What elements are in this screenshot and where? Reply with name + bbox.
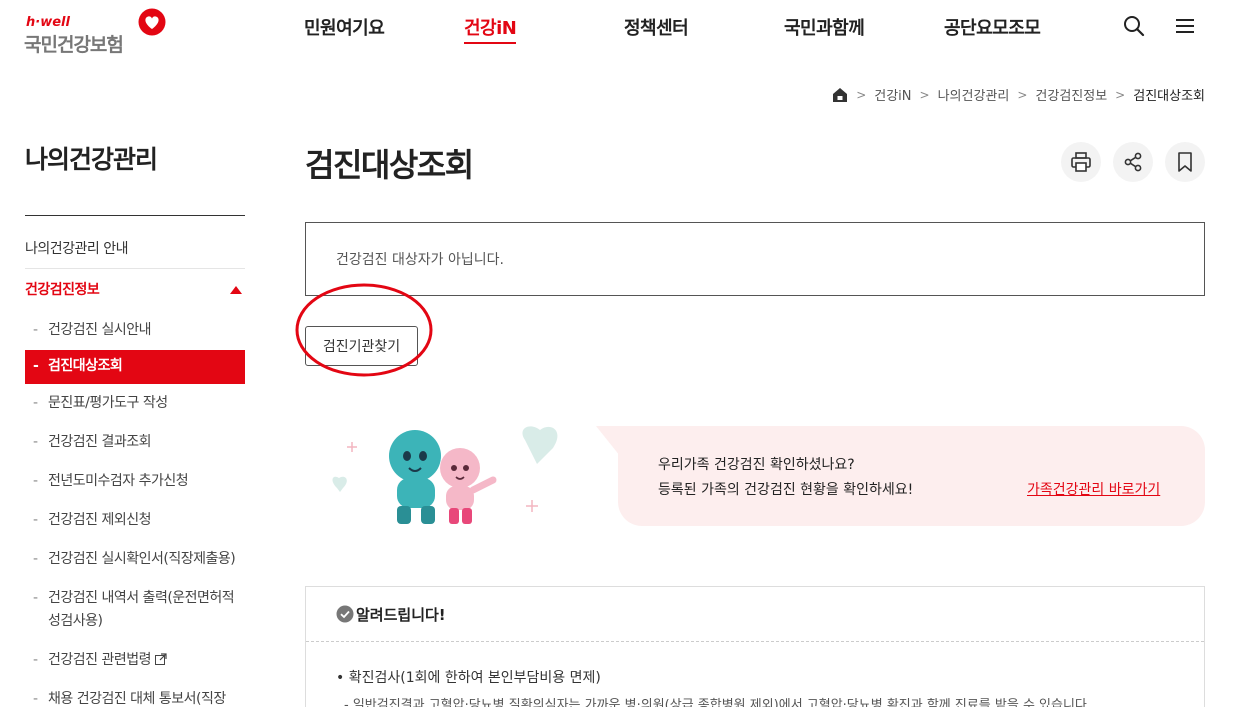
page-title: 검진대상조회 [305, 146, 474, 184]
announcement-title: 알려드립니다! [356, 606, 446, 624]
logo-tagline: h·well [26, 15, 70, 30]
menu-icon[interactable] [1174, 15, 1196, 37]
sidebar-subitem[interactable]: 건강검진 실시확인서(직장제출용) [25, 540, 245, 579]
site-logo[interactable]: h·well 국민건강보험 [24, 8, 174, 56]
sidebar-subitem[interactable]: 건강검진 제외신청 [25, 501, 245, 540]
sidebar-subitem[interactable]: 건강검진 결과조회 [25, 423, 245, 462]
nav-policy-center[interactable]: 정책센터 [624, 14, 689, 40]
result-notice: 건강검진 대상자가 아닙니다. [305, 222, 1205, 296]
sidebar-item-health-checkup-info[interactable]: 건강검진정보 [25, 273, 245, 307]
print-icon [1071, 152, 1091, 172]
sidebar-menu: 나의건강관리 안내 건강검진정보 건강검진 실시안내 검진대상조회 문진표/평가… [25, 232, 245, 707]
sidebar-title: 나의건강관리 [25, 145, 158, 174]
sidebar-item-label: 건강검진정보 [25, 282, 100, 298]
heart-icon [138, 8, 166, 36]
divider [25, 215, 245, 216]
chevron-right-icon: > [1115, 87, 1126, 102]
breadcrumb-item[interactable]: 나의건강관리 [938, 85, 1010, 104]
breadcrumb-current: 검진대상조회 [1133, 89, 1205, 104]
search-icon[interactable] [1123, 15, 1145, 37]
nav-with-public[interactable]: 국민과함께 [784, 14, 865, 40]
logo-name: 국민건강보험 [24, 34, 124, 56]
chevron-right-icon: > [856, 87, 867, 102]
family-health-banner [618, 426, 1205, 526]
sidebar-subitem[interactable]: 채용 건강검진 대체 통보서(직장제출용) [25, 680, 245, 707]
banner-text: 우리가족 건강검진 확인하셨나요? [658, 457, 855, 473]
sidebar-subitem[interactable]: 문진표/평가도구 작성 [25, 384, 245, 423]
banner-text: 등록된 가족의 건강검진 현황을 확인하세요! [658, 482, 914, 498]
chevron-up-icon [230, 286, 242, 294]
sidebar-subitem-active[interactable]: 검진대상조회 [25, 350, 245, 384]
sidebar-subitem-label: 건강검진 관련법령 [48, 652, 152, 668]
breadcrumb: > 건강iN > 나의건강관리 > 건강검진정보 > 검진대상조회 [832, 85, 1205, 104]
chevron-right-icon: > [1017, 87, 1028, 102]
announcement-bullet-text: 확진검사(1회에 한하여 본인부담비용 면제) [348, 670, 601, 686]
sidebar-subitem[interactable]: 건강검진 내역서 출력(운전면허적성검사용) [25, 579, 245, 641]
banner-tail [596, 426, 620, 456]
sidebar-subitem[interactable]: 전년도미수검자 추가신청 [25, 462, 245, 501]
annotation-circle [295, 283, 433, 377]
check-circle-icon [336, 605, 354, 623]
bookmark-button[interactable] [1165, 142, 1205, 182]
nav-corporation[interactable]: 공단요모조모 [944, 14, 1041, 40]
home-icon[interactable] [832, 87, 848, 103]
sidebar-item-guide[interactable]: 나의건강관리 안내 [25, 232, 245, 269]
family-health-link[interactable]: 가족건강관리 바로가기 [1027, 479, 1160, 499]
nav-health-in[interactable]: 건강iN [464, 14, 517, 44]
share-icon [1124, 152, 1142, 172]
announcement-header: 알려드립니다! [306, 587, 1204, 642]
announcement-subbullet: - 일반검진결과 고혈압·당뇨병 질환의심자는 가까운 병·의원(상급 종합병원… [344, 698, 1087, 707]
announcement-bullet: • 확진검사(1회에 한하여 본인부담비용 면제) [336, 670, 601, 686]
external-link-icon [155, 653, 167, 665]
print-button[interactable] [1061, 142, 1101, 182]
sidebar-subitem[interactable]: 건강검진 실시안내 [25, 311, 245, 350]
breadcrumb-item[interactable]: 건강iN [874, 85, 911, 104]
mascot-illustration [332, 426, 558, 524]
chevron-right-icon: > [919, 87, 930, 102]
breadcrumb-item[interactable]: 건강검진정보 [1035, 85, 1107, 104]
announcement-box: 알려드립니다! • 확진검사(1회에 한하여 본인부담비용 면제) - 일반검진… [305, 586, 1205, 707]
site-header: h·well 국민건강보험 민원여기요 건강iN 정책센터 국민과함께 공단요모… [0, 0, 1237, 60]
result-notice-text: 건강검진 대상자가 아닙니다. [336, 252, 504, 268]
share-button[interactable] [1113, 142, 1153, 182]
bookmark-icon [1178, 152, 1192, 172]
sidebar-subitem[interactable]: 건강검진 관련법령 [25, 641, 245, 680]
nav-minwon[interactable]: 민원여기요 [304, 14, 385, 40]
